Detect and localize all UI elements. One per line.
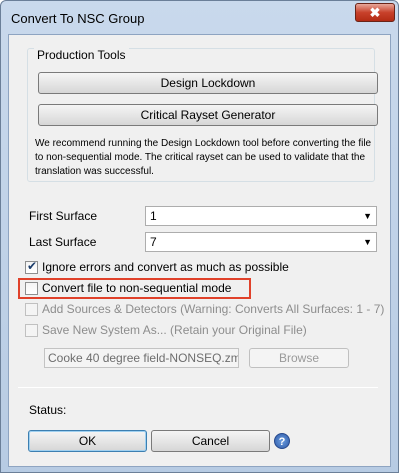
recommendation-text: We recommend running the Design Lockdown… [35,138,372,177]
save-new-system-label: Save New System As... (Retain your Origi… [42,323,307,337]
save-new-system-checkbox[interactable] [25,324,38,337]
cancel-button[interactable]: Cancel [151,430,270,452]
browse-button[interactable]: Browse [249,348,349,368]
critical-rayset-generator-button[interactable]: Critical Rayset Generator [38,104,378,126]
convert-nonseq-checkbox[interactable] [25,282,38,295]
close-icon: ✖ [369,5,381,20]
dialog-window: Convert To NSC Group ✖ Production Tools … [0,0,399,473]
separator [18,387,378,388]
new-filename-input[interactable]: Cooke 40 degree field-NONSEQ.zmx [44,348,239,368]
add-sources-checkbox[interactable] [25,303,38,316]
dropdown-arrow-icon: ▼ [363,211,372,221]
window-title: Convert To NSC Group [11,11,145,26]
design-lockdown-button[interactable]: Design Lockdown [38,72,378,94]
ok-button[interactable]: OK [28,430,147,452]
production-tools-legend: Production Tools [34,48,129,62]
last-surface-value: 7 [150,235,157,249]
ignore-errors-label[interactable]: Ignore errors and convert as much as pos… [42,260,289,274]
dialog-body: Production Tools Design Lockdown Critica… [8,34,391,467]
title-bar[interactable]: Convert To NSC Group ✖ [1,1,398,35]
add-sources-label: Add Sources & Detectors (Warning: Conver… [42,302,385,316]
dropdown-arrow-icon: ▼ [363,237,372,247]
last-surface-label: Last Surface [29,235,97,249]
production-tools-group: Production Tools Design Lockdown Critica… [27,48,378,182]
last-surface-dropdown[interactable]: 7 ▼ [145,232,377,252]
first-surface-dropdown[interactable]: 1 ▼ [145,206,377,226]
ignore-errors-checkbox[interactable] [25,259,38,274]
status-label: Status: [29,403,67,417]
close-button[interactable]: ✖ [355,3,395,22]
convert-nonseq-label[interactable]: Convert file to non-sequential mode [42,281,231,295]
first-surface-label: First Surface [29,209,98,223]
help-icon[interactable]: ? [274,433,290,449]
first-surface-value: 1 [150,209,157,223]
